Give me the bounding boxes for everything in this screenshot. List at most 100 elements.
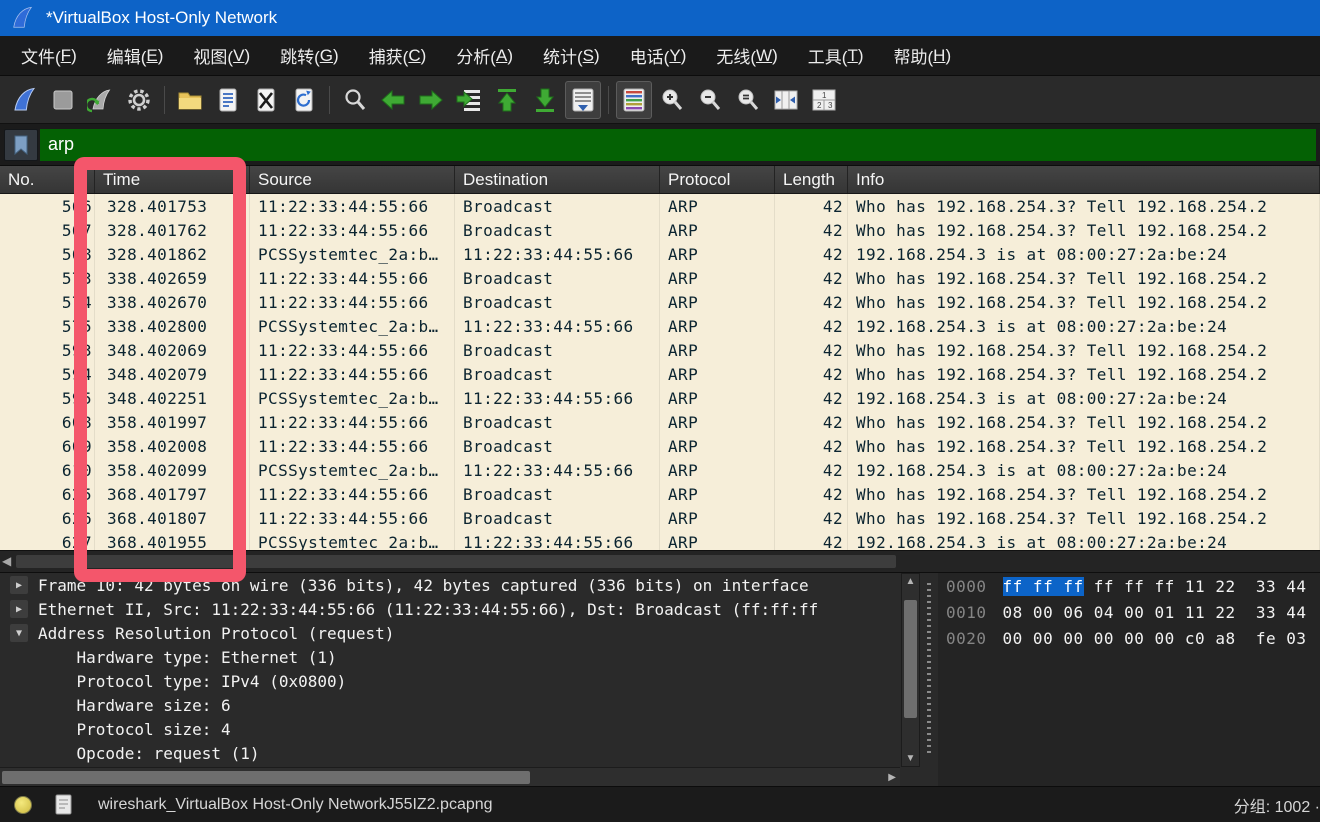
column-header-protocol[interactable]: Protocol [660,166,775,193]
layout-button[interactable]: 1 2 3 [806,81,842,119]
packet-row[interactable]: 575338.402800PCSSystemtec_2a:b…11:22:33:… [0,314,1320,338]
packet-row[interactable]: 625368.40179711:22:33:44:55:66BroadcastA… [0,482,1320,506]
menu-item-c[interactable]: 捕获(C) [354,36,442,76]
scroll-left-arrow-icon[interactable]: ◀ [2,554,11,568]
stop-capture-button[interactable] [45,81,81,119]
menu-item-g[interactable]: 跳转(G) [265,36,354,76]
menu-item-h[interactable]: 帮助(H) [879,36,967,76]
menu-item-y[interactable]: 电话(Y) [615,36,702,76]
column-header-info[interactable]: Info [848,166,1320,193]
last-packet-button[interactable] [527,81,563,119]
colorize-toggle[interactable] [616,81,652,119]
column-header-no[interactable]: No. [0,166,95,193]
packet-row[interactable]: 567328.40176211:22:33:44:55:66BroadcastA… [0,218,1320,242]
detail-line[interactable]: Protocol type: IPv4 (0x0800) [0,669,900,693]
packet-row[interactable]: 568328.401862PCSSystemtec_2a:b…11:22:33:… [0,242,1320,266]
detail-line[interactable]: Hardware type: Ethernet (1) [0,645,900,669]
packet-row[interactable]: 574338.40267011:22:33:44:55:66BroadcastA… [0,290,1320,314]
close-file-button[interactable] [248,81,284,119]
packet-row[interactable]: 595348.402251PCSSystemtec_2a:b…11:22:33:… [0,386,1320,410]
menu-item-w[interactable]: 无线(W) [701,36,792,76]
svg-text:2: 2 [817,101,822,110]
zoom-out-icon [696,86,724,114]
column-header-destination[interactable]: Destination [455,166,660,193]
menu-item-t[interactable]: 工具(T) [793,36,879,76]
detail-line[interactable]: Opcode: request (1) [0,741,900,765]
packet-list-header: No.TimeSourceDestinationProtocolLengthIn… [0,166,1320,194]
packet-list-hscrollbar[interactable]: ◀ [0,550,1320,572]
packet-row[interactable]: 627368.401955PCSSystemtec_2a:b…11:22:33:… [0,530,1320,550]
pane-splitter[interactable] [920,573,938,787]
expand-arrow-icon[interactable]: ▶ [10,600,28,618]
display-filter-input[interactable]: arp [40,129,1316,161]
packet-row[interactable]: 594348.40207911:22:33:44:55:66BroadcastA… [0,362,1320,386]
splitter-grip-icon [927,583,931,753]
details-vscrollbar[interactable]: ▲ ▼ [901,573,920,767]
column-header-time[interactable]: Time [95,166,250,193]
cell-length: 42 [775,410,848,434]
detail-line[interactable]: Protocol size: 4 [0,717,900,741]
filter-bookmark-button[interactable] [4,129,38,161]
expert-info-icon[interactable] [14,796,32,814]
capture-comment-icon[interactable] [54,794,74,816]
previous-packet-button[interactable] [375,81,411,119]
expand-arrow-icon[interactable]: ▶ [10,576,28,594]
packet-row[interactable]: 566328.40175311:22:33:44:55:66BroadcastA… [0,194,1320,218]
packet-row[interactable]: 610358.402099PCSSystemtec_2a:b…11:22:33:… [0,458,1320,482]
auto-scroll-toggle[interactable] [565,81,601,119]
vscroll-thumb[interactable] [904,600,917,718]
reload-file-button[interactable] [286,81,322,119]
next-packet-button[interactable] [413,81,449,119]
collapse-arrow-icon[interactable]: ▼ [10,624,28,642]
hex-row[interactable]: 002000 00 00 00 00 00 c0 a8 fe 03 [938,626,1320,651]
zoom-out-button[interactable] [692,81,728,119]
packet-row[interactable]: 609358.40200811:22:33:44:55:66BroadcastA… [0,434,1320,458]
hex-row[interactable]: 001008 00 06 04 00 01 11 22 33 44 [938,600,1320,625]
save-file-button[interactable] [210,81,246,119]
cell-info: Who has 192.168.254.3? Tell 192.168.254.… [848,290,1320,314]
column-header-length[interactable]: Length [775,166,848,193]
first-packet-button[interactable] [489,81,525,119]
menu-item-e[interactable]: 编辑(E) [92,36,179,76]
cell-time: 328.401753 [95,194,250,218]
packet-details-pane: ▶Frame 10: 42 bytes on wire (336 bits), … [0,573,900,787]
packet-row[interactable]: 573338.40265911:22:33:44:55:66BroadcastA… [0,266,1320,290]
capture-options-button[interactable] [121,81,157,119]
detail-line[interactable]: Hardware size: 6 [0,693,900,717]
menu-item-v[interactable]: 视图(V) [178,36,265,76]
resize-columns-button[interactable] [768,81,804,119]
packet-row[interactable]: 608358.40199711:22:33:44:55:66BroadcastA… [0,410,1320,434]
cell-info: Who has 192.168.254.3? Tell 192.168.254.… [848,194,1320,218]
menu-item-a[interactable]: 分析(A) [441,36,528,76]
cell-source: PCSSystemtec_2a:b… [250,458,455,482]
menu-item-s[interactable]: 统计(S) [528,36,615,76]
detail-line[interactable]: ▶Ethernet II, Src: 11:22:33:44:55:66 (11… [0,597,900,621]
details-hscrollbar[interactable]: ▶ [0,767,900,787]
cell-protocol: ARP [660,434,775,458]
detail-line[interactable]: ▼Address Resolution Protocol (request) [0,621,900,645]
hscroll-thumb[interactable] [16,555,896,568]
menu-item-f[interactable]: 文件(F) [6,36,92,76]
scroll-down-arrow-icon[interactable]: ▼ [902,753,919,764]
open-file-button[interactable] [172,81,208,119]
hex-row[interactable]: 0000ff ff ff ff ff ff 11 22 33 44 [938,574,1320,599]
zoom-in-button[interactable] [654,81,690,119]
detail-text: Protocol type: IPv4 (0x0800) [38,672,346,691]
cell-info: Who has 192.168.254.3? Tell 192.168.254.… [848,338,1320,362]
scroll-right-arrow-icon[interactable]: ▶ [888,772,896,783]
cell-no: 608 [0,410,95,434]
cell-protocol: ARP [660,338,775,362]
restart-capture-button[interactable] [83,81,119,119]
window-title: *VirtualBox Host-Only Network [46,8,277,28]
scroll-up-arrow-icon[interactable]: ▲ [902,576,919,587]
packet-row[interactable]: 593348.40206911:22:33:44:55:66BroadcastA… [0,338,1320,362]
detail-line[interactable]: ▶Frame 10: 42 bytes on wire (336 bits), … [0,573,900,597]
column-header-source[interactable]: Source [250,166,455,193]
find-packet-button[interactable] [337,81,373,119]
hscroll-thumb[interactable] [2,771,530,784]
packet-row[interactable]: 626368.40180711:22:33:44:55:66BroadcastA… [0,506,1320,530]
start-capture-button[interactable] [7,81,43,119]
zoom-reset-button[interactable] [730,81,766,119]
goto-packet-button[interactable] [451,81,487,119]
packet-list-pane: No.TimeSourceDestinationProtocolLengthIn… [0,166,1320,572]
